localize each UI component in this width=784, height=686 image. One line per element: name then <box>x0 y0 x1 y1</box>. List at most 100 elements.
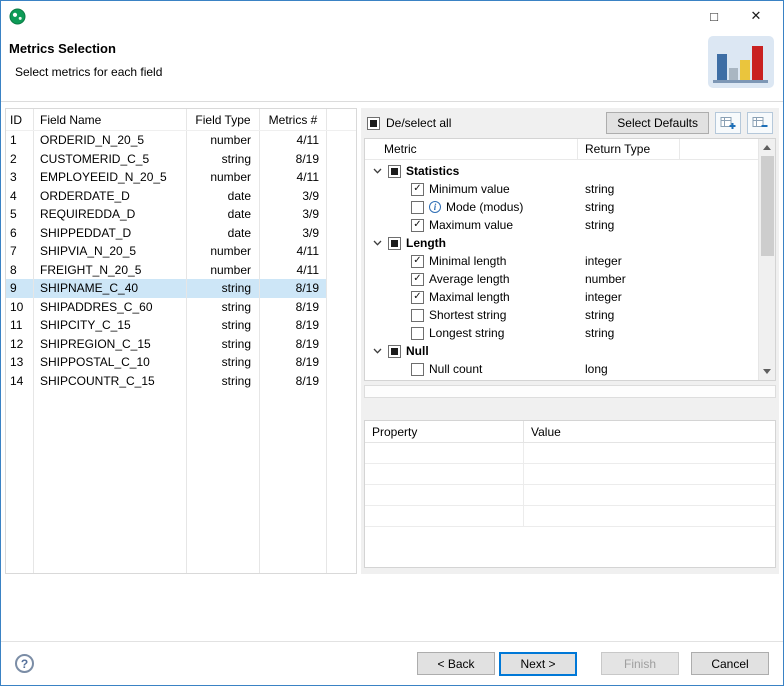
cell-field-type: number <box>187 168 260 187</box>
info-icon: i <box>429 201 441 213</box>
property-table: Property Value <box>364 420 776 568</box>
chevron-down-icon[interactable] <box>372 168 383 174</box>
field-row[interactable]: 13SHIPPOSTAL_C_10string8/19 <box>6 353 356 372</box>
field-row[interactable]: 14SHIPCOUNTR_C_15string8/19 <box>6 372 356 391</box>
metric-checkbox[interactable] <box>411 363 424 376</box>
cell-id: 6 <box>6 224 34 243</box>
cell-metrics: 4/11 <box>260 168 327 187</box>
maximize-button[interactable]: □ <box>693 1 735 31</box>
metric-label: Minimum value <box>429 182 510 196</box>
cell-filler <box>327 372 356 391</box>
expand-all-button[interactable] <box>715 112 741 134</box>
column-header-return-type[interactable]: Return Type <box>578 139 680 159</box>
metric-checkbox[interactable]: ✓ <box>411 255 424 268</box>
return-type: string <box>578 308 614 322</box>
metric-group-row[interactable]: Null <box>365 342 775 360</box>
metric-row[interactable]: ✓Maximal lengthinteger <box>365 288 775 306</box>
scroll-down-icon[interactable] <box>759 364 775 379</box>
metric-checkbox[interactable]: ✓ <box>411 219 424 232</box>
metric-row[interactable]: ✓Average lengthnumber <box>365 270 775 288</box>
cell-id: 2 <box>6 150 34 169</box>
cell-field-name: REQUIREDDA_D <box>34 205 187 224</box>
metric-group-row[interactable]: Length <box>365 234 775 252</box>
deselect-all-checkbox[interactable] <box>367 117 380 130</box>
cell-field-type: string <box>187 279 260 298</box>
column-header-field-name[interactable]: Field Name <box>34 109 187 130</box>
column-header-field-type[interactable]: Field Type <box>187 109 260 130</box>
metric-row[interactable]: iMode (modus)string <box>365 198 775 216</box>
property-row[interactable] <box>365 443 775 464</box>
metric-row[interactable]: Shortest stringstring <box>365 306 775 324</box>
cell-field-type: string <box>187 150 260 169</box>
titlebar[interactable]: □ ✕ <box>1 1 783 31</box>
group-checkbox[interactable] <box>388 237 401 250</box>
field-row[interactable]: 12SHIPREGION_C_15string8/19 <box>6 335 356 354</box>
metric-row[interactable]: Null countlong <box>365 360 775 378</box>
help-button[interactable]: ? <box>15 654 34 673</box>
next-button[interactable]: Next > <box>499 652 577 676</box>
scroll-up-icon[interactable] <box>759 140 775 155</box>
field-row[interactable]: 5REQUIREDDA_Ddate3/9 <box>6 205 356 224</box>
field-table-filler <box>6 390 356 573</box>
field-row[interactable]: 9SHIPNAME_C_40string8/19 <box>6 279 356 298</box>
group-checkbox[interactable] <box>388 165 401 178</box>
field-row[interactable]: 8FREIGHT_N_20_5number4/11 <box>6 261 356 280</box>
metric-checkbox[interactable] <box>411 201 424 214</box>
property-row[interactable] <box>365 464 775 485</box>
metric-checkbox[interactable]: ✓ <box>411 291 424 304</box>
cell-metrics: 4/11 <box>260 242 327 261</box>
cell-field-type: string <box>187 298 260 317</box>
button-bar: ? < Back Next > Finish Cancel <box>1 641 783 685</box>
column-header-metrics[interactable]: Metrics # <box>260 109 327 130</box>
metric-checkbox[interactable]: ✓ <box>411 183 424 196</box>
field-row[interactable]: 4ORDERDATE_Ddate3/9 <box>6 187 356 206</box>
metric-checkbox[interactable] <box>411 327 424 340</box>
collapse-all-icon <box>752 116 768 130</box>
cancel-button[interactable]: Cancel <box>691 652 769 675</box>
field-row[interactable]: 6SHIPPEDDAT_Ddate3/9 <box>6 224 356 243</box>
cell-id: 14 <box>6 372 34 391</box>
metric-row[interactable]: ✓Maximum valuestring <box>365 216 775 234</box>
back-button[interactable]: < Back <box>417 652 495 675</box>
metric-row[interactable]: ✓Minimal lengthinteger <box>365 252 775 270</box>
cell-field-name: SHIPNAME_C_40 <box>34 279 187 298</box>
page-subtitle: Select metrics for each field <box>15 65 783 79</box>
finish-button[interactable]: Finish <box>601 652 679 675</box>
close-button[interactable]: ✕ <box>735 1 777 31</box>
metric-group-row[interactable]: Statistics <box>365 162 775 180</box>
metric-row[interactable]: ✓Minimum valuestring <box>365 180 775 198</box>
field-row[interactable]: 3EMPLOYEEID_N_20_5number4/11 <box>6 168 356 187</box>
metric-checkbox[interactable]: ✓ <box>411 273 424 286</box>
cell-filler <box>327 335 356 354</box>
cell-metrics: 8/19 <box>260 353 327 372</box>
group-checkbox[interactable] <box>388 345 401 358</box>
chevron-down-icon[interactable] <box>372 348 383 354</box>
metric-label: Maximum value <box>429 218 513 232</box>
field-row[interactable]: 10SHIPADDRES_C_60string8/19 <box>6 298 356 317</box>
metric-row[interactable]: Longest stringstring <box>365 324 775 342</box>
field-row[interactable]: 2CUSTOMERID_C_5string8/19 <box>6 150 356 169</box>
cell-filler <box>327 353 356 372</box>
column-header-id[interactable]: ID <box>6 109 34 130</box>
column-header-property[interactable]: Property <box>365 421 524 442</box>
vertical-scrollbar[interactable] <box>758 139 775 380</box>
property-row[interactable] <box>365 485 775 506</box>
scrollbar-thumb[interactable] <box>761 156 774 256</box>
field-row[interactable]: 7SHIPVIA_N_20_5number4/11 <box>6 242 356 261</box>
metric-label: Average length <box>429 272 510 286</box>
horizontal-scrollbar[interactable] <box>364 385 776 398</box>
select-defaults-button[interactable]: Select Defaults <box>606 112 709 134</box>
column-header-value[interactable]: Value <box>524 421 775 442</box>
field-table-body: 1ORDERID_N_20_5number4/112CUSTOMERID_C_5… <box>6 131 356 573</box>
field-row[interactable]: 11SHIPCITY_C_15string8/19 <box>6 316 356 335</box>
metric-checkbox[interactable] <box>411 309 424 322</box>
group-label: Length <box>406 236 446 250</box>
collapse-all-button[interactable] <box>747 112 773 134</box>
column-header-metric[interactable]: Metric <box>365 139 578 159</box>
property-row[interactable] <box>365 506 775 527</box>
cell-id: 11 <box>6 316 34 335</box>
field-row[interactable]: 1ORDERID_N_20_5number4/11 <box>6 131 356 150</box>
chevron-down-icon[interactable] <box>372 240 383 246</box>
cell-id: 9 <box>6 279 34 298</box>
cell-metrics: 8/19 <box>260 150 327 169</box>
